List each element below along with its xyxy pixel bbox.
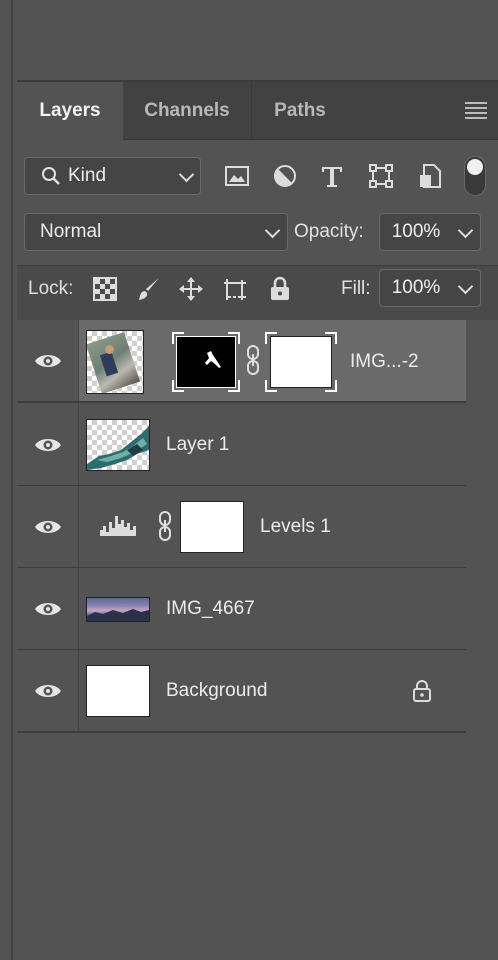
vector-mask-thumbnail[interactable] — [265, 332, 337, 392]
opacity-input[interactable]: 100% — [379, 213, 453, 251]
left-panel-edge — [0, 0, 16, 960]
layer-mask-thumbnail[interactable] — [172, 332, 240, 392]
layer-name: IMG...-2 — [350, 351, 419, 372]
fill-label: Fill: — [341, 278, 371, 299]
toggle-knob — [467, 159, 483, 175]
tab-layers[interactable]: Layers — [17, 82, 123, 140]
layer-name: IMG_4667 — [166, 598, 255, 619]
link-icon[interactable] — [245, 344, 261, 376]
layer-row-layer-1[interactable]: Layer 1 — [17, 404, 466, 487]
visibility-toggle[interactable] — [17, 320, 79, 401]
search-icon — [42, 167, 60, 185]
chevron-down-icon — [264, 222, 281, 239]
layer-locked-icon[interactable] — [411, 679, 433, 703]
panel-menu-icon[interactable] — [465, 100, 487, 120]
visibility-toggle[interactable] — [17, 404, 79, 485]
layer-name: Background — [166, 680, 268, 701]
lock-artboard-icon[interactable] — [222, 276, 248, 302]
eye-icon — [35, 685, 61, 697]
visibility-toggle[interactable] — [17, 486, 79, 567]
smart-object-filter-icon[interactable] — [416, 162, 444, 190]
adjustment-mask-thumbnail[interactable] — [180, 501, 244, 553]
filter-toggle[interactable] — [464, 156, 486, 196]
panel-tab-bar: Layers Channels Paths — [17, 82, 498, 140]
filter-kind-label: Kind — [68, 165, 107, 186]
upper-panel-area — [17, 0, 498, 82]
layer-row-img-2[interactable]: IMG...-2 — [17, 320, 466, 403]
lock-position-icon[interactable] — [178, 276, 204, 302]
lock-transparent-pixels-icon[interactable] — [92, 276, 118, 302]
eye-icon — [35, 355, 61, 367]
layer-row-levels-1[interactable]: Levels 1 — [17, 486, 466, 569]
lock-image-pixels-icon[interactable] — [136, 276, 162, 302]
lock-label: Lock: — [28, 278, 74, 299]
link-icon[interactable] — [157, 510, 173, 542]
layers-scroll-gutter — [466, 320, 498, 960]
type-filter-icon[interactable] — [318, 162, 346, 190]
fill-dropdown-button[interactable] — [452, 269, 481, 307]
shape-filter-icon[interactable] — [367, 162, 395, 190]
opacity-dropdown-button[interactable] — [452, 213, 481, 251]
filter-kind-dropdown[interactable]: Kind — [24, 157, 201, 195]
lock-all-icon[interactable] — [267, 276, 293, 302]
fill-input[interactable]: 100% — [379, 269, 453, 307]
layer-name: Layer 1 — [166, 434, 230, 455]
chevron-down-icon — [178, 166, 195, 183]
blend-mode-dropdown[interactable]: Normal — [24, 213, 288, 251]
blend-mode-label: Normal — [40, 221, 102, 242]
tab-paths[interactable]: Paths — [251, 82, 348, 139]
opacity-label: Opacity: — [294, 221, 364, 242]
layer-row-background[interactable]: Background — [17, 650, 466, 733]
tab-channels[interactable]: Channels — [123, 82, 251, 139]
visibility-toggle[interactable] — [17, 568, 79, 649]
layer-thumbnail — [86, 330, 144, 394]
eye-icon — [35, 521, 61, 533]
layer-row-img-4667[interactable]: IMG_4667 — [17, 568, 466, 651]
levels-adjustment-icon — [100, 516, 136, 536]
layer-thumbnail — [86, 665, 150, 717]
mask-shape — [205, 351, 221, 368]
layer-thumbnail — [86, 419, 150, 471]
eye-icon — [35, 603, 61, 615]
visibility-toggle[interactable] — [17, 650, 79, 731]
image-filter-icon[interactable] — [223, 162, 251, 190]
chevron-down-icon — [457, 222, 474, 239]
adjustment-filter-icon[interactable] — [271, 162, 299, 190]
chevron-down-icon — [457, 278, 474, 295]
layer-thumbnail — [86, 597, 150, 622]
eye-icon — [35, 439, 61, 451]
layer-name: Levels 1 — [260, 516, 331, 537]
